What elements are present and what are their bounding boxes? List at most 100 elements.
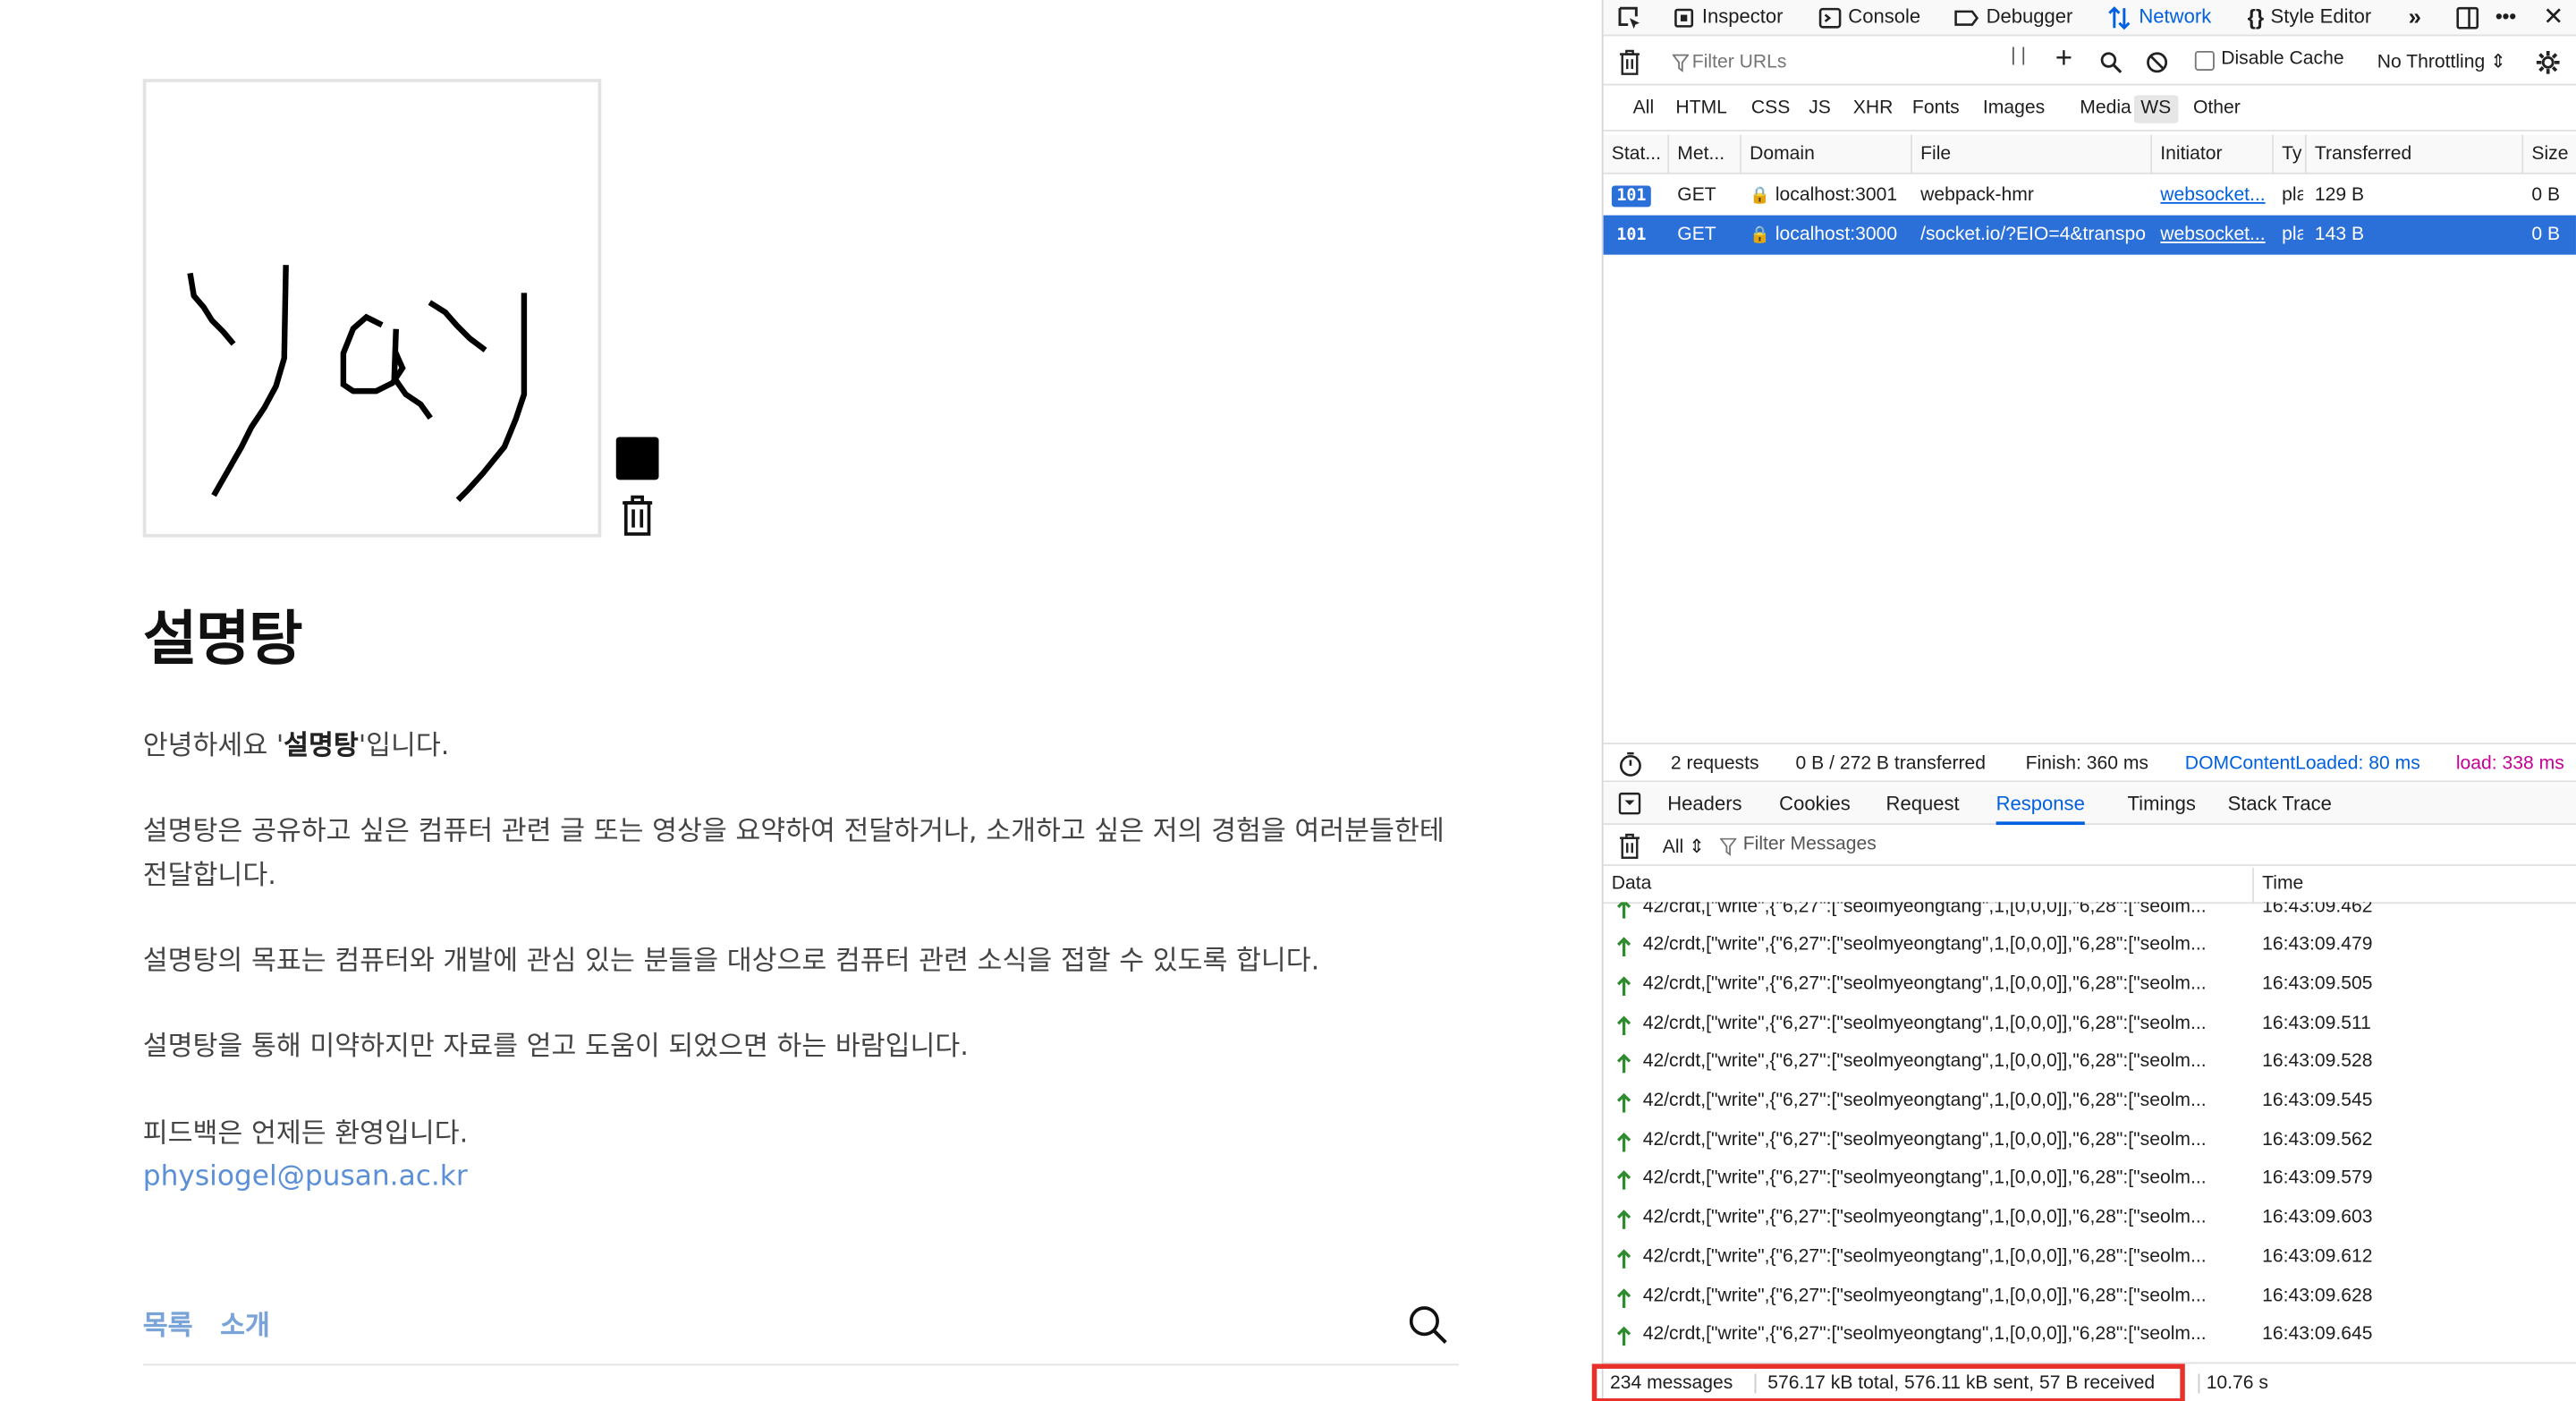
message-data: 42/crdt,["write",{"6,27":["seolmyeongtan… — [1642, 1324, 2207, 1345]
drawing-canvas[interactable] — [142, 79, 602, 538]
message-duration: 10.76 s — [2206, 1373, 2268, 1394]
type-filter-ws[interactable]: WS — [2133, 95, 2178, 123]
domain-cell: 🔒 localhost:3000 — [1750, 216, 1897, 255]
email-link[interactable]: physiogel@pusan.ac.kr — [143, 1155, 1466, 1200]
network-icon — [2108, 5, 2131, 30]
detail-tab-cookies[interactable]: Cookies — [1779, 784, 1851, 825]
detail-tab-timings[interactable]: Timings — [2128, 784, 2196, 825]
type-cell: pla — [2282, 185, 2303, 206]
message-row[interactable]: 42/crdt,["write",{"6,27":["seolmyeongtan… — [1604, 902, 2576, 927]
message-row[interactable]: 42/crdt,["write",{"6,27":["seolmyeongtan… — [1604, 966, 2576, 1006]
message-type-value: All — [1662, 837, 1684, 858]
message-row[interactable]: 42/crdt,["write",{"6,27":["seolmyeongtan… — [1604, 1160, 2576, 1200]
message-row[interactable]: 42/crdt,["write",{"6,27":["seolmyeongtan… — [1604, 1044, 2576, 1083]
col-type[interactable]: Ty — [2274, 134, 2307, 174]
message-data: 42/crdt,["write",{"6,27":["seolmyeongtan… — [1642, 935, 2207, 955]
search-button[interactable] — [1406, 1303, 1449, 1346]
filter-messages-input[interactable]: Filter Messages — [1743, 835, 1877, 854]
message-row[interactable]: 42/crdt,["write",{"6,27":["seolmyeongtan… — [1604, 1122, 2576, 1161]
message-type-select[interactable]: All ⇕ — [1663, 835, 1705, 858]
status-cell: 101 — [1611, 176, 1651, 216]
status-badge: 101 — [1616, 226, 1647, 245]
sent-arrow-icon — [1616, 902, 1631, 918]
message-row[interactable]: 42/crdt,["write",{"6,27":["seolmyeongtan… — [1604, 1200, 2576, 1239]
filter-urls-input[interactable] — [1669, 46, 1998, 80]
clear-trash-icon[interactable] — [1618, 49, 1641, 75]
detail-tab-stack-trace[interactable]: Stack Trace — [2228, 784, 2332, 825]
toggle-panel-icon[interactable] — [1618, 792, 1641, 815]
domain-text: localhost:3000 — [1775, 225, 1898, 245]
message-row[interactable]: 42/crdt,["write",{"6,27":["seolmyeongtan… — [1604, 1278, 2576, 1317]
meatball-menu-icon[interactable]: ••• — [2496, 0, 2516, 36]
sent-arrow-icon — [1616, 1092, 1631, 1113]
nav-list-link[interactable]: 목록 — [143, 1303, 193, 1343]
detail-tab-headers[interactable]: Headers — [1667, 784, 1741, 825]
type-filter-media[interactable]: Media — [2073, 96, 2138, 123]
col-method[interactable]: Met... — [1669, 134, 1741, 174]
clear-canvas-button[interactable] — [618, 495, 657, 538]
col-status[interactable]: Stat... — [1604, 134, 1670, 174]
type-filter-html[interactable]: HTML — [1669, 96, 1733, 123]
message-data: 42/crdt,["write",{"6,27":["seolmyeongtan… — [1642, 1052, 2207, 1073]
block-icon[interactable] — [2146, 51, 2169, 74]
tab-inspector[interactable]: Inspector — [1673, 0, 1783, 36]
domain-text: localhost:3001 — [1775, 185, 1898, 206]
message-time: 16:43:09.612 — [2262, 1246, 2373, 1267]
initiator-link[interactable]: websocket... — [2160, 216, 2268, 255]
close-icon[interactable]: ✕ — [2543, 0, 2563, 36]
type-filter-xhr[interactable]: XHR — [1846, 96, 1899, 123]
col-file[interactable]: File — [1912, 134, 2153, 174]
message-row[interactable]: 42/crdt,["write",{"6,27":["seolmyeongtan… — [1604, 1317, 2576, 1356]
col-time[interactable]: Time — [2262, 874, 2303, 894]
disable-cache-checkbox[interactable] — [2194, 50, 2215, 71]
nav-about-link[interactable]: 소개 — [220, 1303, 270, 1343]
col-domain[interactable]: Domain — [1741, 134, 1912, 174]
more-tabs-icon[interactable]: » — [2409, 0, 2421, 36]
message-row[interactable]: 42/crdt,["write",{"6,27":["seolmyeongtan… — [1604, 927, 2576, 966]
search-icon[interactable] — [2099, 51, 2123, 74]
request-type-filters: All HTML CSS JS XHR Fonts Images Media W… — [1603, 87, 2576, 132]
intro-suffix: '입니다. — [358, 729, 450, 761]
tab-label: Network — [2139, 4, 2212, 29]
web-page: 설명탕 안녕하세요 '설명탕'입니다. 설명탕은 공유하고 싶은 컴퓨터 관련 … — [0, 0, 1602, 1401]
detail-tab-request[interactable]: Request — [1886, 784, 1960, 825]
message-row[interactable]: 42/crdt,["write",{"6,27":["seolmyeongtan… — [1604, 1005, 2576, 1044]
filter-icon — [1720, 837, 1737, 856]
request-row[interactable]: 101 GET 🔒 localhost:3001 webpack-hmr web… — [1604, 176, 2576, 216]
message-row[interactable]: 42/crdt,["write",{"6,27":["seolmyeongtan… — [1604, 1238, 2576, 1278]
message-data: 42/crdt,["write",{"6,27":["seolmyeongtan… — [1642, 902, 2207, 916]
type-filter-images[interactable]: Images — [1977, 96, 2052, 123]
clear-messages-icon[interactable] — [1618, 833, 1641, 859]
type-filter-css[interactable]: CSS — [1745, 96, 1797, 123]
gear-icon[interactable] — [2535, 49, 2561, 75]
tab-debugger[interactable]: Debugger — [1953, 0, 2072, 36]
stroke-path — [211, 265, 289, 497]
brush-color-swatch[interactable] — [615, 437, 659, 480]
col-initiator[interactable]: Initiator — [2152, 134, 2274, 174]
tab-style-editor[interactable]: {} Style Editor — [2248, 0, 2372, 36]
col-size[interactable]: Size — [2523, 135, 2576, 174]
type-filter-other[interactable]: Other — [2187, 96, 2248, 123]
throttling-select[interactable]: No Throttling ⇕ — [2377, 49, 2506, 72]
col-data[interactable]: Data — [1612, 874, 1652, 894]
element-picker-button[interactable] — [1616, 0, 1649, 36]
dock-side-button[interactable] — [2454, 0, 2480, 36]
type-filter-js[interactable]: JS — [1802, 96, 1837, 123]
initiator-link[interactable]: websocket... — [2160, 176, 2268, 216]
request-table-header: Stat... Met... Domain File Initiator Ty … — [1603, 134, 2576, 174]
tab-console[interactable]: Console — [1818, 0, 1920, 36]
pause-icon[interactable]: | | — [2011, 46, 2026, 65]
col-transferred[interactable]: Transferred — [2307, 134, 2524, 174]
message-row[interactable]: 42/crdt,["write",{"6,27":["seolmyeongtan… — [1604, 1083, 2576, 1122]
type-filter-all[interactable]: All — [1626, 96, 1660, 123]
request-row-selected[interactable]: 101 GET 🔒 localhost:3000 /socket.io/?EIO… — [1603, 215, 2576, 255]
detail-tab-response[interactable]: Response — [1996, 784, 2085, 826]
sent-arrow-icon — [1616, 1210, 1631, 1230]
type-filter-fonts[interactable]: Fonts — [1906, 96, 1967, 123]
messages-list: 42/crdt,["write",{"6,27":["seolmyeongtan… — [1604, 902, 2576, 1359]
sent-arrow-icon — [1616, 937, 1631, 957]
debugger-icon — [1954, 10, 1979, 26]
tab-network[interactable]: Network — [2106, 0, 2212, 36]
add-icon[interactable]: + — [2055, 41, 2072, 76]
feedback-block: 피드백은 언제든 환영입니다. physiogel@pusan.ac.kr — [143, 1111, 1466, 1200]
